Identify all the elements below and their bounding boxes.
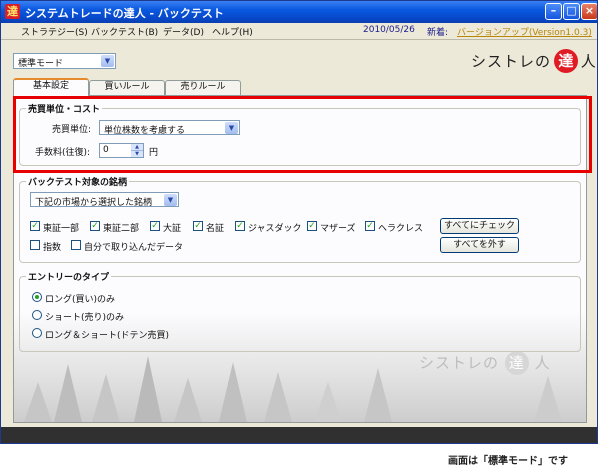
mode-select[interactable]: 標準モード ▼ (13, 53, 116, 69)
tab-basic-settings[interactable]: 基本設定 (13, 78, 89, 96)
brand-logo-mark: 達 (553, 49, 578, 73)
chevron-down-icon[interactable]: ▼ (101, 55, 114, 67)
checkbox-empty-icon[interactable] (71, 240, 81, 250)
index-label: 指数 (43, 243, 62, 253)
chevron-down-icon[interactable]: ▼ (164, 194, 177, 206)
market-tse2-label: 東証二部 (103, 224, 140, 234)
cost-group: 売買単位・コスト 売買単位: 単位株数を考慮する ▼ 手数料(往復): 0 ▲ … (19, 102, 581, 166)
tab-sell-rules[interactable]: 売りルール (165, 80, 241, 95)
watermark-text: シストレの (419, 354, 500, 372)
tree-silhouette (174, 378, 202, 422)
custom-data-label: 自分で取り込んだデータ (84, 243, 184, 253)
radio-selected-icon[interactable] (32, 292, 42, 302)
menu-backtest[interactable]: バックテスト(B) (91, 25, 158, 38)
fee-stepper[interactable]: ▲ ▼ (131, 144, 143, 157)
entry-type-legend: エントリーのタイプ (26, 270, 112, 283)
trade-unit-label: 売買単位: (52, 125, 92, 135)
checkmark-icon[interactable]: ✓ (365, 221, 375, 231)
app-window: 達 システムトレードの達人 - バックテスト – □ × ストラテジー(S) バ… (0, 0, 598, 444)
app-icon: 達 (5, 4, 20, 19)
fee-value: 0 (103, 145, 109, 155)
radio-unselected-icon[interactable] (32, 310, 42, 320)
market-hercules-label: ヘラクレス (378, 224, 424, 234)
caret-down-icon[interactable]: ▼ (131, 151, 143, 157)
checkmark-icon[interactable]: ✓ (307, 221, 317, 231)
checkmark-icon[interactable]: ✓ (235, 221, 245, 231)
trade-unit-select[interactable]: 単位株数を考慮する ▼ (99, 120, 240, 136)
title-bar[interactable]: 達 システムトレードの達人 - バックテスト – □ × (1, 1, 597, 23)
chevron-down-icon[interactable]: ▼ (225, 122, 238, 134)
window-title: システムトレードの達人 - バックテスト (25, 7, 224, 20)
entry-long-short-label: ロング＆ショート(ドテン売買) (45, 331, 170, 341)
watermark-mark: 達 (504, 351, 529, 375)
market-mothers-label: マザーズ (320, 224, 356, 234)
uncheck-all-button[interactable]: すべてを外す (440, 237, 519, 253)
tree-silhouette (134, 356, 162, 422)
check-all-button[interactable]: すべてにチェック (440, 218, 519, 234)
stock-source-value: 下記の市場から選択した銘柄 (35, 198, 153, 208)
cost-group-legend: 売買単位・コスト (26, 102, 103, 115)
tree-silhouette (219, 362, 247, 422)
tree-silhouette (24, 382, 52, 422)
menu-new-label: 新着: (427, 28, 449, 38)
entry-type-group: エントリーのタイプ ロング(買い)のみ ショート(売り)のみ ロング＆ショート(… (19, 270, 581, 352)
market-jasdaq-label: ジャスダック (248, 224, 302, 234)
caption-text: 画面は「標準モード」です (448, 456, 568, 467)
fee-label: 手数料(往復): (35, 148, 91, 158)
radio-unselected-icon[interactable] (32, 328, 42, 338)
fee-unit: 円 (149, 148, 159, 158)
trade-unit-value: 単位株数を考慮する (104, 126, 186, 136)
tree-silhouette (264, 372, 292, 422)
market-tse1-label: 東証一部 (43, 224, 80, 234)
checkmark-icon[interactable]: ✓ (30, 221, 40, 231)
maximize-button[interactable]: □ (563, 3, 580, 20)
menu-date: 2010/05/26 (363, 25, 415, 35)
brand-logo-text: シストレの (471, 52, 552, 71)
close-button[interactable]: × (581, 3, 597, 20)
tree-silhouette (364, 368, 392, 422)
minimize-button[interactable]: – (545, 3, 562, 20)
brand-logo-suffix: 人 (580, 52, 596, 71)
tab-buy-rules[interactable]: 買いルール (89, 80, 165, 95)
menu-strategy[interactable]: ストラテジー(S) (21, 25, 88, 38)
target-stocks-legend: バックテスト対象の銘柄 (26, 175, 130, 188)
tree-silhouette (534, 376, 562, 422)
status-bar (1, 427, 597, 443)
market-nse-label: 名証 (206, 224, 225, 234)
tab-panel-basic: シストレの 達 人 売買単位・コスト 売買単位: 単位株数を考慮する ▼ 手数料… (13, 95, 587, 423)
checkbox-empty-icon[interactable] (30, 240, 40, 250)
menu-data[interactable]: データ(D) (163, 25, 204, 38)
menu-bar: ストラテジー(S) バックテスト(B) データ(D) ヘルプ(H) 2010/0… (1, 23, 597, 40)
caret-up-icon[interactable]: ▲ (131, 144, 143, 151)
mode-select-value: 標準モード (18, 59, 64, 69)
market-ose-label: 大証 (163, 224, 182, 234)
watermark-logo: シストレの 達 人 (419, 351, 551, 375)
tree-silhouette (54, 364, 82, 422)
tree-silhouette (314, 382, 342, 422)
checkmark-icon[interactable]: ✓ (150, 221, 160, 231)
checkmark-icon[interactable]: ✓ (193, 221, 203, 231)
update-link[interactable]: バージョンアップ(Version1.0.3) (457, 25, 592, 38)
brand-logo: シストレの 達 人 (471, 49, 596, 77)
watermark-suffix: 人 (534, 354, 551, 372)
entry-short-only-label: ショート(売り)のみ (45, 313, 125, 323)
menu-help[interactable]: ヘルプ(H) (212, 25, 253, 38)
checkmark-icon[interactable]: ✓ (90, 221, 100, 231)
entry-long-only-label: ロング(買い)のみ (45, 295, 116, 305)
fee-input[interactable]: 0 ▲ ▼ (99, 143, 144, 158)
tree-silhouette (92, 374, 120, 422)
stock-source-select[interactable]: 下記の市場から選択した銘柄 ▼ (30, 192, 179, 208)
target-stocks-group: バックテスト対象の銘柄 下記の市場から選択した銘柄 ▼ ✓ 東証一部 ✓ 東証二… (19, 175, 581, 263)
